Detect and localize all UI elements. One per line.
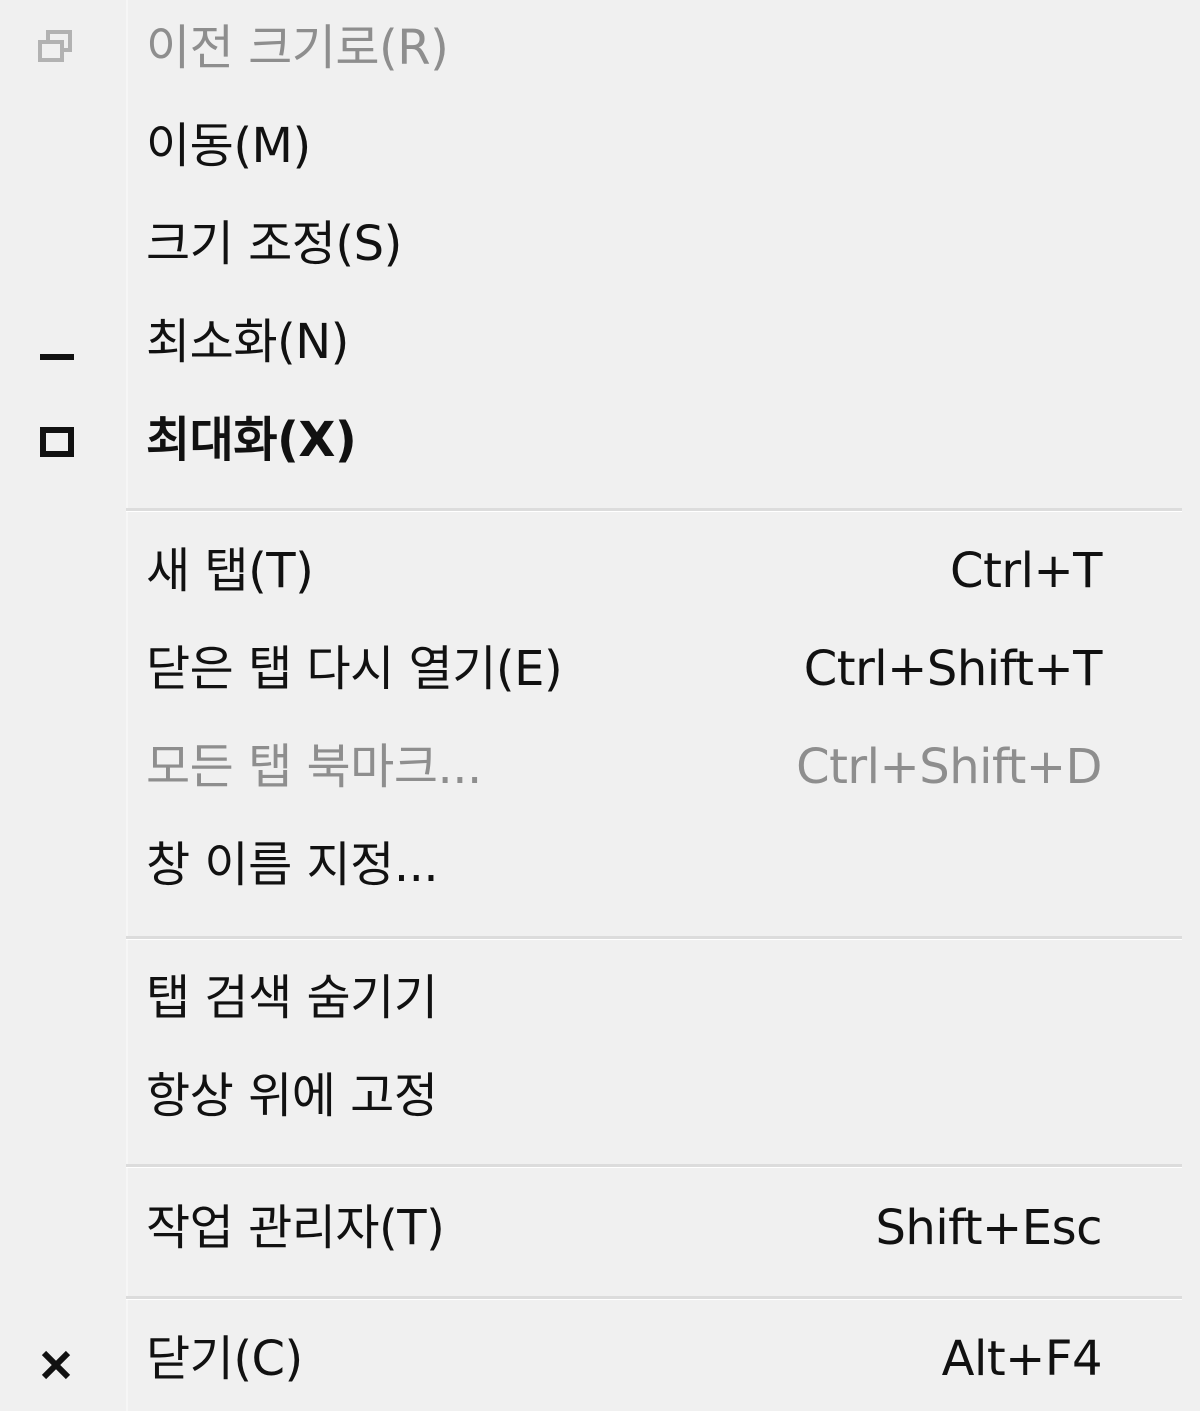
menu-item-move[interactable]: 이동(M) [0, 98, 1200, 196]
shortcut-label: Shift+Esc [875, 1200, 1102, 1256]
restore-icon [30, 24, 86, 74]
menu-item-hide-tab-search[interactable]: 탭 검색 숨기기 [0, 950, 1200, 1048]
menu-item-label: 창 이름 지정... [146, 837, 439, 893]
shortcut-label: Ctrl+T [950, 543, 1102, 599]
menu-item-label: 모든 탭 북마크... [146, 739, 482, 795]
menu-item-restore[interactable]: 이전 크기로(R) [0, 0, 1200, 98]
menu-separator [126, 936, 1182, 940]
menu-item-label: 닫은 탭 다시 열기(E) [146, 641, 563, 697]
menu-separator [126, 1296, 1182, 1300]
menu-item-size[interactable]: 크기 조정(S) [0, 196, 1200, 294]
close-icon [30, 1335, 86, 1385]
maximize-icon [30, 416, 86, 466]
menu-item-label: 최대화(X) [146, 412, 357, 468]
menu-item-label: 탭 검색 숨기기 [146, 970, 438, 1026]
menu-item-label: 이전 크기로(R) [146, 20, 449, 76]
menu-item-label: 작업 관리자(T) [146, 1200, 445, 1256]
menu-item-label: 새 탭(T) [146, 543, 314, 599]
menu-item-close[interactable]: 닫기(C) Alt+F4 [0, 1311, 1200, 1409]
menu-item-label: 이동(M) [146, 118, 311, 174]
menu-item-minimize[interactable]: 최소화(N) [0, 294, 1200, 392]
menu-item-bookmark-all-tabs[interactable]: 모든 탭 북마크... Ctrl+Shift+D [0, 719, 1200, 817]
menu-separator [126, 508, 1182, 512]
window-system-menu: 이전 크기로(R) 이동(M) 크기 조정(S) 최소화(N) 최대화(X) 새… [0, 0, 1200, 1411]
shortcut-label: Alt+F4 [941, 1331, 1103, 1387]
menu-item-label: 크기 조정(S) [146, 216, 402, 272]
menu-item-maximize[interactable]: 최대화(X) [0, 392, 1200, 490]
menu-item-reopen-closed-tab[interactable]: 닫은 탭 다시 열기(E) Ctrl+Shift+T [0, 621, 1200, 719]
menu-item-label: 닫기(C) [146, 1331, 303, 1387]
menu-separator [126, 1164, 1182, 1168]
menu-item-label: 최소화(N) [146, 314, 349, 370]
menu-item-task-manager[interactable]: 작업 관리자(T) Shift+Esc [0, 1180, 1200, 1278]
menu-item-label: 항상 위에 고정 [146, 1068, 438, 1124]
shortcut-label: Ctrl+Shift+T [803, 641, 1103, 697]
shortcut-label: Ctrl+Shift+D [796, 739, 1102, 795]
menu-item-always-on-top[interactable]: 항상 위에 고정 [0, 1048, 1200, 1146]
menu-item-name-window[interactable]: 창 이름 지정... [0, 817, 1200, 915]
menu-item-new-tab[interactable]: 새 탭(T) Ctrl+T [0, 523, 1200, 621]
minimize-icon [30, 318, 86, 368]
